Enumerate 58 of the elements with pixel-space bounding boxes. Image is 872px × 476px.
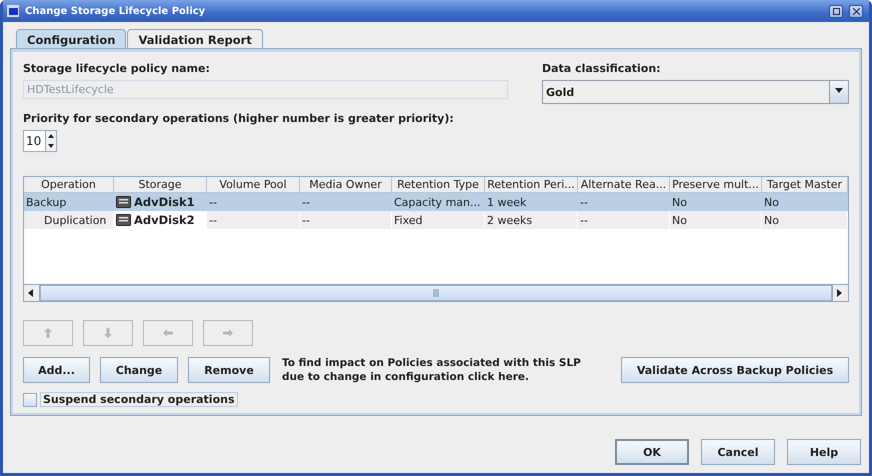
table-cell: AdvDisk2 — [134, 213, 195, 227]
table-cell: Duplication — [44, 214, 106, 226]
close-icon — [852, 8, 860, 14]
table-cell: AdvDisk1 — [134, 195, 195, 209]
table-cell: -- — [302, 214, 310, 226]
table-cell: No — [764, 214, 779, 226]
table-cell: 2 weeks — [487, 214, 532, 226]
table-row[interactable]: Duplication AdvDisk2 -- -- Fixed 2 weeks -- No No — [24, 211, 848, 229]
table-cell: No — [672, 196, 687, 208]
table-cell: -- — [209, 196, 217, 208]
table-cell: -- — [302, 196, 310, 208]
table-cell: Capacity man... — [394, 196, 480, 208]
down-arrow-icon — [102, 327, 114, 339]
action-button[interactable]: Add... — [23, 357, 90, 383]
column-header[interactable]: Operation — [24, 177, 114, 193]
column-header[interactable]: Target Master — [762, 177, 848, 193]
column-header[interactable]: Alternate Rea... — [578, 177, 670, 193]
column-header[interactable]: Volume Pool — [207, 177, 300, 193]
column-header[interactable]: Retention Type — [392, 177, 485, 193]
right-arrow-icon — [222, 327, 234, 339]
priority-spinner[interactable]: 10 — [23, 130, 57, 152]
data-classification-dropdown[interactable]: Gold — [542, 80, 849, 104]
table-cell: -- — [580, 196, 588, 208]
window-icon — [7, 5, 19, 17]
horizontal-scrollbar[interactable] — [24, 284, 848, 301]
close-button[interactable] — [849, 4, 863, 18]
table-cell: Fixed — [394, 214, 423, 226]
action-button[interactable]: Change — [100, 357, 178, 383]
maximize-icon — [832, 8, 840, 14]
table-cell: No — [764, 196, 779, 208]
validate-button[interactable]: Validate Across Backup Policies — [621, 357, 849, 383]
column-header[interactable]: Storage — [114, 177, 207, 193]
up-arrow-icon — [42, 327, 54, 339]
grip-icon — [433, 289, 439, 297]
left-arrow-icon — [162, 327, 174, 339]
table-cell: 1 week — [487, 196, 526, 208]
dialog-button[interactable]: OK — [615, 439, 689, 465]
column-header[interactable]: Media Owner — [300, 177, 392, 193]
impact-note: To find impact on Policies associated with this SLP due to change in configuration click here. — [282, 356, 582, 384]
column-header[interactable]: Retention Peri... — [485, 177, 578, 193]
column-header[interactable]: Preserve mult... — [670, 177, 762, 193]
dialog-button[interactable]: Help — [787, 439, 861, 465]
field-label: Storage lifecycle policy name: — [23, 62, 211, 75]
field-label: Priority for secondary operations (higher number is greater priority): — [23, 112, 455, 125]
checkbox-label[interactable]: Suspend secondary operations — [40, 392, 238, 407]
dialog-button[interactable]: Cancel — [701, 439, 775, 465]
tab[interactable]: Validation Report — [127, 29, 263, 49]
maximize-button[interactable] — [829, 4, 843, 18]
action-button[interactable]: Remove — [188, 357, 270, 383]
tab[interactable]: Configuration — [16, 29, 126, 49]
field-label: Data classification: — [542, 62, 662, 75]
table-row[interactable]: Backup AdvDisk1 -- -- Capacity man... 1 week -- No No — [24, 193, 848, 211]
table-cell: -- — [580, 214, 588, 226]
table-cell: Backup — [26, 196, 66, 208]
table-cell: -- — [209, 214, 217, 226]
table-cell: No — [672, 214, 687, 226]
checkbox[interactable] — [23, 392, 37, 406]
window-title: Change Storage Lifecycle Policy — [25, 6, 206, 16]
